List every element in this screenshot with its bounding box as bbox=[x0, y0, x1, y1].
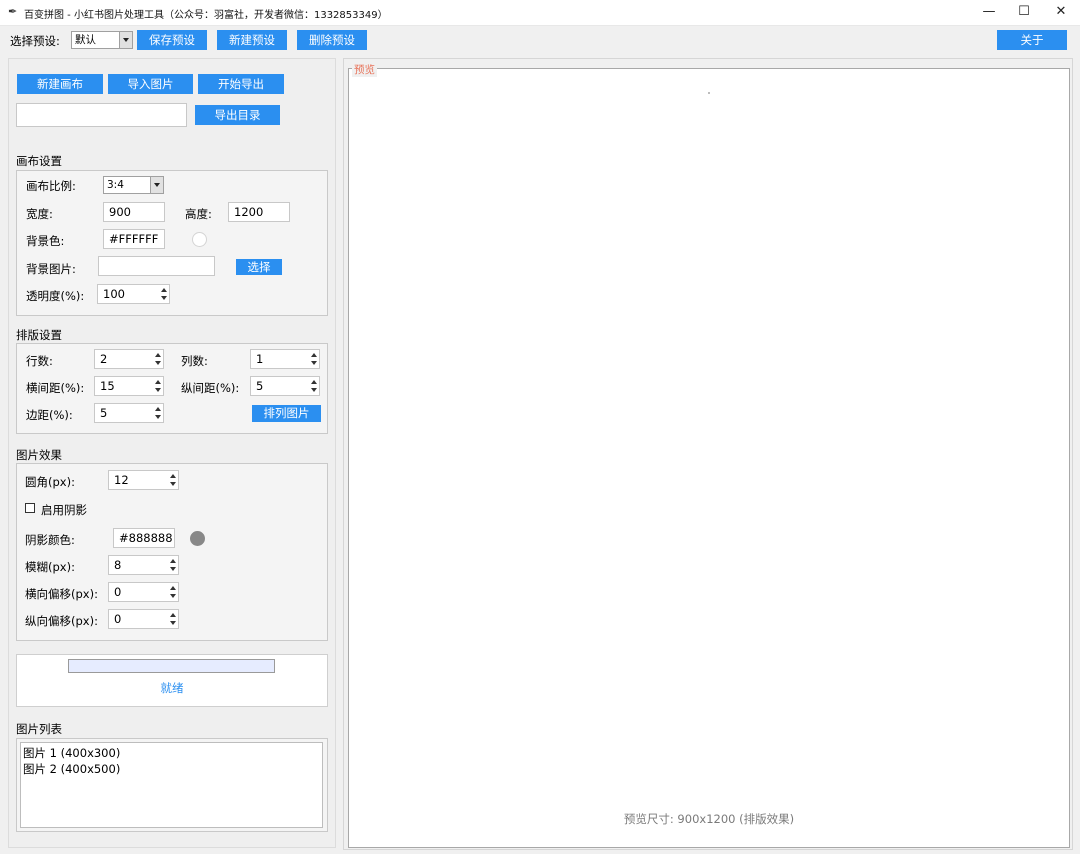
preview-size-text: 预览尺寸: 900x1200 (排版效果) bbox=[623, 812, 795, 826]
spin-arrows-icon[interactable] bbox=[167, 583, 178, 601]
spin-arrows-icon[interactable] bbox=[152, 350, 163, 368]
hgap-spinbox[interactable]: 15 bbox=[94, 376, 164, 396]
width-label: 宽度: bbox=[26, 207, 53, 221]
hoffset-label: 横向偏移(px): bbox=[25, 587, 98, 601]
choose-bg-image-button[interactable]: 选择 bbox=[236, 259, 282, 275]
cols-value: 1 bbox=[256, 352, 264, 366]
export-dir-input[interactable] bbox=[16, 103, 187, 127]
canvas-settings-title: 画布设置 bbox=[16, 154, 62, 168]
vgap-label: 纵间距(%): bbox=[181, 381, 240, 395]
image-list-title: 图片列表 bbox=[16, 722, 62, 736]
preview-canvas[interactable] bbox=[348, 68, 1070, 848]
chevron-down-icon[interactable] bbox=[119, 32, 132, 48]
canvas-ratio-value: 3:4 bbox=[107, 179, 124, 191]
shadow-color-input[interactable]: #888888 bbox=[113, 528, 175, 548]
chevron-down-icon[interactable] bbox=[150, 177, 163, 193]
new-canvas-button[interactable]: 新建画布 bbox=[17, 74, 103, 94]
opacity-label: 透明度(%): bbox=[26, 289, 85, 303]
spin-arrows-icon[interactable] bbox=[167, 471, 178, 489]
export-dir-button[interactable]: 导出目录 bbox=[195, 105, 280, 125]
layout-settings-title: 排版设置 bbox=[16, 328, 62, 342]
preset-label: 选择预设: bbox=[10, 34, 60, 48]
radius-spinbox[interactable]: 12 bbox=[108, 470, 179, 490]
blur-spinbox[interactable]: 8 bbox=[108, 555, 179, 575]
spin-arrows-icon[interactable] bbox=[167, 610, 178, 628]
status-text: 就绪 bbox=[160, 681, 184, 695]
margin-spinbox[interactable]: 5 bbox=[94, 403, 164, 423]
bg-color-swatch[interactable] bbox=[192, 232, 207, 247]
bg-color-input[interactable]: #FFFFFF bbox=[103, 229, 165, 249]
cols-label: 列数: bbox=[181, 354, 208, 368]
blur-value: 8 bbox=[114, 558, 122, 572]
preview-dot bbox=[708, 92, 710, 94]
spin-arrows-icon[interactable] bbox=[152, 404, 163, 422]
width-input[interactable]: 900 bbox=[103, 202, 165, 222]
progress-bar bbox=[68, 659, 275, 673]
voffset-value: 0 bbox=[114, 612, 122, 626]
bg-image-label: 背景图片: bbox=[26, 262, 76, 276]
spin-arrows-icon[interactable] bbox=[167, 556, 178, 574]
spin-arrows-icon[interactable] bbox=[308, 350, 319, 368]
preset-select[interactable]: 默认 bbox=[71, 31, 133, 49]
feather-icon: ✒ bbox=[8, 5, 18, 18]
about-button[interactable]: 关于 bbox=[997, 30, 1067, 50]
spin-arrows-icon[interactable] bbox=[308, 377, 319, 395]
margin-label: 边距(%): bbox=[26, 408, 73, 422]
maximize-button[interactable]: ☐ bbox=[1005, 0, 1043, 24]
image-list[interactable]: 图片 1 (400x300) 图片 2 (400x500) bbox=[20, 742, 323, 828]
preview-title: 预览 bbox=[352, 62, 377, 77]
new-preset-button[interactable]: 新建预设 bbox=[217, 30, 287, 50]
spin-arrows-icon[interactable] bbox=[158, 285, 169, 303]
shadow-checkbox-label: 启用阴影 bbox=[41, 503, 87, 517]
hgap-value: 15 bbox=[100, 379, 115, 393]
radius-label: 圆角(px): bbox=[25, 475, 75, 489]
voffset-label: 纵向偏移(px): bbox=[25, 614, 98, 628]
list-item[interactable]: 图片 1 (400x300) bbox=[23, 745, 322, 761]
shadow-checkbox[interactable] bbox=[25, 503, 35, 513]
hoffset-value: 0 bbox=[114, 585, 122, 599]
minimize-button[interactable]: — bbox=[970, 0, 1008, 24]
bg-image-input[interactable] bbox=[98, 256, 215, 276]
rows-value: 2 bbox=[100, 352, 108, 366]
title-bar: ✒ 百变拼图 - 小红书图片处理工具（公众号：羽富社，开发者微信：1332853… bbox=[0, 0, 1080, 26]
radius-value: 12 bbox=[114, 473, 129, 487]
start-export-button[interactable]: 开始导出 bbox=[198, 74, 284, 94]
hoffset-spinbox[interactable]: 0 bbox=[108, 582, 179, 602]
arrange-images-button[interactable]: 排列图片 bbox=[252, 405, 321, 422]
preset-select-value: 默认 bbox=[75, 34, 96, 46]
vgap-value: 5 bbox=[256, 379, 264, 393]
image-effects-title: 图片效果 bbox=[16, 448, 62, 462]
shadow-color-swatch[interactable] bbox=[190, 531, 205, 546]
close-button[interactable]: ✕ bbox=[1042, 0, 1080, 24]
bg-color-label: 背景色: bbox=[26, 234, 65, 248]
hgap-label: 横间距(%): bbox=[26, 381, 85, 395]
margin-value: 5 bbox=[100, 406, 108, 420]
window-title: 百变拼图 - 小红书图片处理工具（公众号：羽富社，开发者微信：133285334… bbox=[24, 10, 388, 21]
shadow-color-label: 阴影颜色: bbox=[25, 533, 75, 547]
spin-arrows-icon[interactable] bbox=[152, 377, 163, 395]
import-image-button[interactable]: 导入图片 bbox=[108, 74, 193, 94]
height-label: 高度: bbox=[185, 207, 212, 221]
canvas-ratio-label: 画布比例: bbox=[26, 179, 76, 193]
canvas-ratio-select[interactable]: 3:4 bbox=[103, 176, 164, 194]
list-item[interactable]: 图片 2 (400x500) bbox=[23, 761, 322, 777]
rows-label: 行数: bbox=[26, 354, 53, 368]
cols-spinbox[interactable]: 1 bbox=[250, 349, 320, 369]
save-preset-button[interactable]: 保存预设 bbox=[137, 30, 207, 50]
delete-preset-button[interactable]: 删除预设 bbox=[297, 30, 367, 50]
rows-spinbox[interactable]: 2 bbox=[94, 349, 164, 369]
vgap-spinbox[interactable]: 5 bbox=[250, 376, 320, 396]
opacity-value: 100 bbox=[103, 287, 125, 301]
opacity-spinbox[interactable]: 100 bbox=[97, 284, 170, 304]
voffset-spinbox[interactable]: 0 bbox=[108, 609, 179, 629]
blur-label: 模糊(px): bbox=[25, 560, 75, 574]
height-input[interactable]: 1200 bbox=[228, 202, 290, 222]
